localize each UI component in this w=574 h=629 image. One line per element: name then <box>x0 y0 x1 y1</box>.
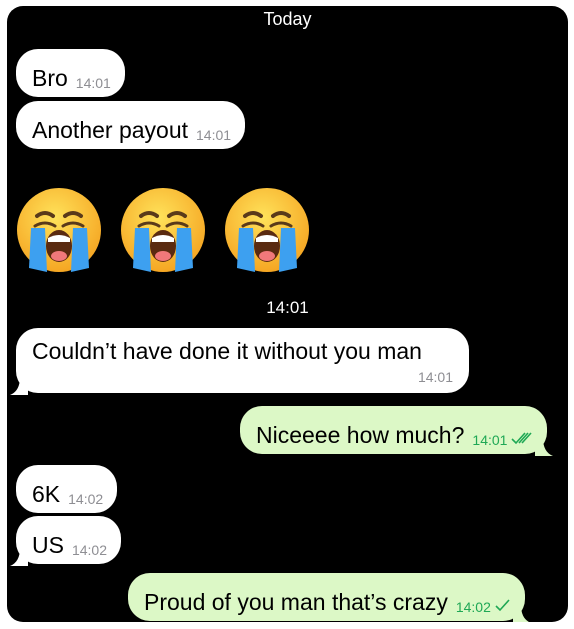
message-outgoing[interactable]: Proud of you man that’s crazy 14:02 <box>128 573 529 622</box>
chat-view: Today Bro 14:01 Another payout 14:01 14:… <box>7 6 568 622</box>
message-text: Proud of you man that’s crazy <box>144 589 448 615</box>
message-time: 14:01 <box>417 369 453 385</box>
emoji-message[interactable] <box>15 186 325 278</box>
loudly-crying-face-icon <box>225 188 309 272</box>
message-time: 14:02 <box>455 599 491 615</box>
bubble-tail <box>512 605 529 622</box>
message-text: Another payout <box>32 117 189 143</box>
message-incoming[interactable]: US 14:02 <box>10 516 121 566</box>
message-outgoing[interactable]: Niceeee how much? 14:01 <box>240 406 554 456</box>
message-text: Niceeee how much? <box>256 422 465 448</box>
message-text: US <box>32 532 64 558</box>
loudly-crying-face-icon <box>17 188 101 272</box>
message-incoming[interactable]: Another payout 14:01 <box>16 101 246 149</box>
message-text: Couldn’t have done it without you man <box>32 338 422 364</box>
date-separator: Today <box>263 9 312 29</box>
message-time: 14:01 <box>75 75 111 91</box>
time-separator: 14:01 <box>266 298 309 317</box>
bubble-tail <box>535 438 554 456</box>
single-check-sent-icon <box>495 599 510 612</box>
message-time: 14:01 <box>196 127 232 143</box>
message-time: 14:01 <box>472 432 508 448</box>
message-incoming[interactable]: Bro 14:01 <box>16 49 125 97</box>
message-incoming[interactable]: Couldn’t have done it without you man 14… <box>10 328 469 395</box>
message-text: Bro <box>32 65 68 91</box>
message-text: 6K <box>32 481 61 507</box>
loudly-crying-face-icon <box>121 188 205 272</box>
bubble-tail <box>10 377 28 395</box>
bubble-tail <box>10 548 28 566</box>
message-incoming[interactable]: 6K 14:02 <box>16 465 118 513</box>
double-check-read-icon <box>511 432 533 445</box>
message-time: 14:02 <box>71 542 107 558</box>
